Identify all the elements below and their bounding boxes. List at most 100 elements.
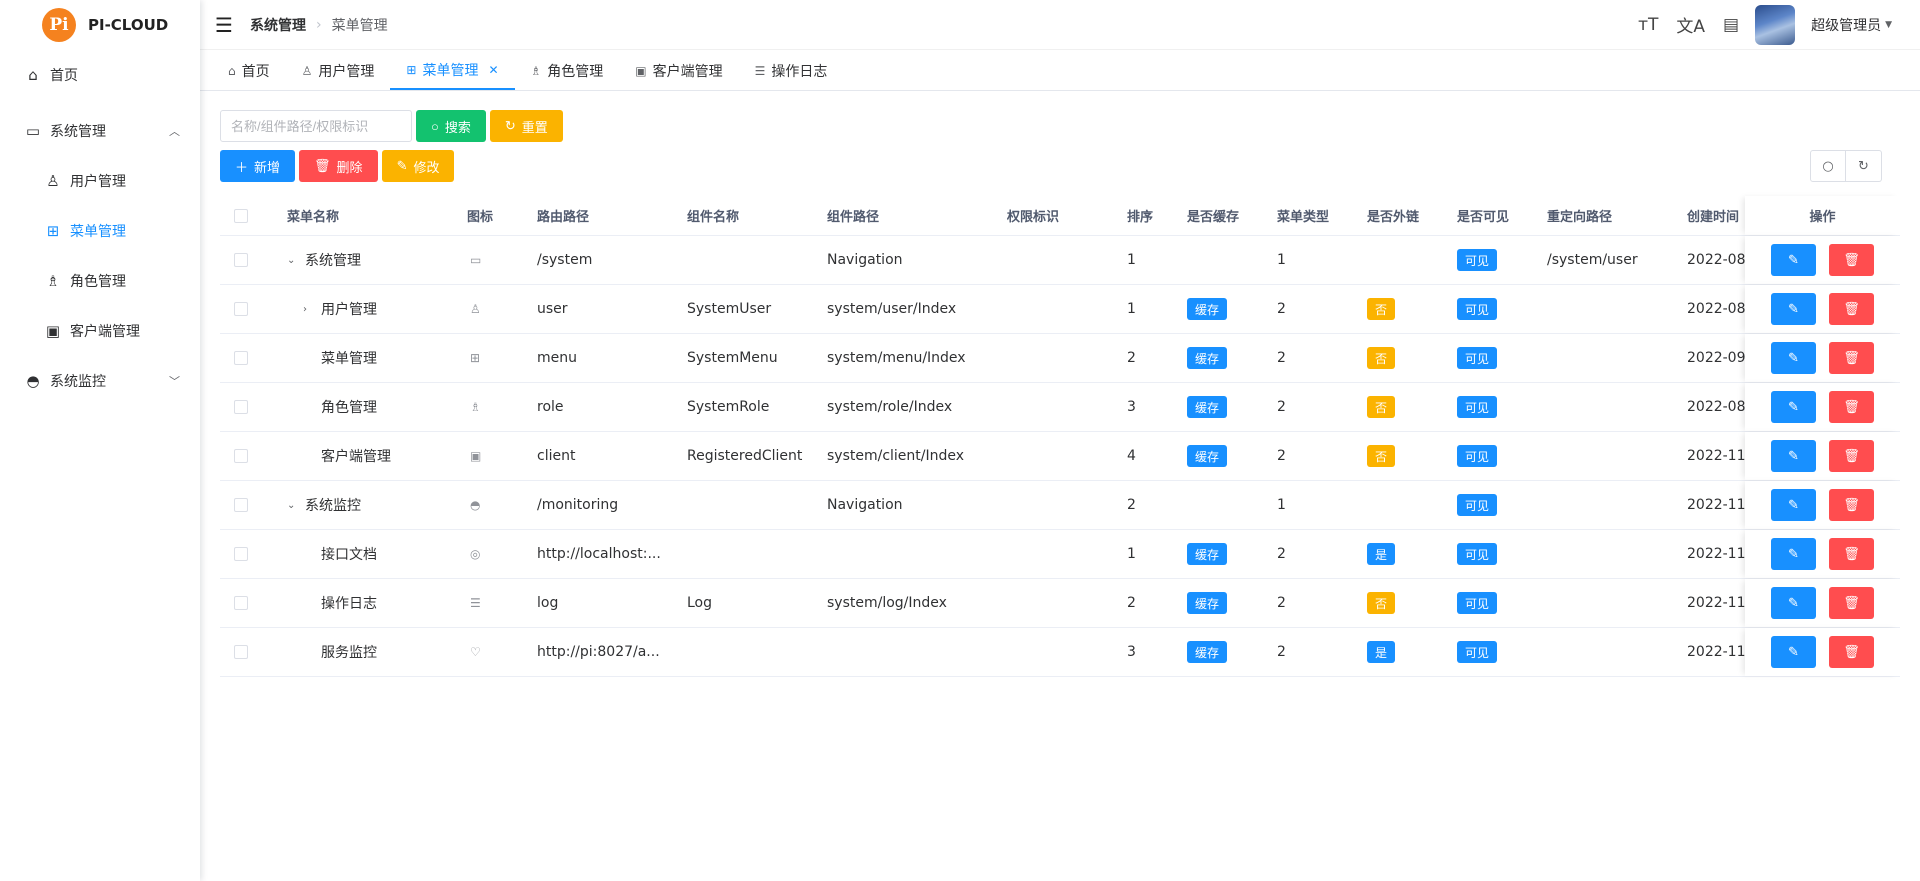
sidebar-item-label: 角色管理 [70,274,126,290]
tab-roles[interactable]: ♗ 角色管理 [515,51,620,90]
row-edit-button[interactable]: ✎ [1771,489,1816,521]
tab-menus[interactable]: ⊞ 菜单管理 ✕ [390,51,515,90]
row-delete-button[interactable]: 🗑 [1829,391,1874,423]
row-checkbox[interactable] [234,400,248,414]
cell-component-name: SystemRole [687,399,770,415]
row-edit-button[interactable]: ✎ [1771,244,1816,276]
menu-name: 角色管理 [321,400,377,416]
row-checkbox-cell [234,432,248,480]
table-row[interactable]: 接口文档 ◎ http://localhost:... 1 缓存 2 是 可见 … [220,530,1900,579]
chevron-right-icon[interactable]: › [303,304,313,315]
table-row[interactable]: ⌄ 系统管理 ▭ /system Navigation 1 1 可见 /syste… [220,236,1900,285]
avatar[interactable] [1755,4,1796,45]
table-row[interactable]: 角色管理 ♗ role SystemRole system/role/Index… [220,383,1900,432]
tab-users[interactable]: ♙ 用户管理 [286,51,391,90]
menu-name: 客户端管理 [321,449,391,465]
tab-clients[interactable]: ▣ 客户端管理 [619,51,738,90]
tab-logs[interactable]: ☰ 操作日志 [739,51,844,90]
row-edit-button[interactable]: ✎ [1771,391,1816,423]
table-row[interactable]: 菜单管理 ⊞ menu SystemMenu system/menu/Index… [220,334,1900,383]
font-size-icon[interactable]: ᴛT [1638,15,1658,35]
sidebar-item-system[interactable]: ▭ 系统管理 ︿ [0,106,200,156]
search-input[interactable] [220,110,412,142]
sidebar-item-roles[interactable]: ♗ 角色管理 [0,256,200,306]
logo[interactable]: Pi PI-CLOUD [0,0,200,50]
chevron-down-icon[interactable]: ⌄ [287,500,297,511]
menu-name: 服务监控 [321,645,377,661]
chevron-down-icon[interactable]: ⌄ [287,255,297,266]
row-delete-button[interactable]: 🗑 [1829,587,1874,619]
reset-button[interactable]: ↻ 重置 [489,110,563,142]
cell-type: 2 [1277,595,1286,611]
tab-label: 操作日志 [771,63,828,80]
row-checkbox[interactable] [234,253,248,267]
close-icon[interactable]: ✕ [488,63,498,77]
document-icon[interactable]: ▤ [1723,15,1739,35]
user-name[interactable]: 超级管理员 [1811,15,1881,35]
sidebar-item-menus[interactable]: ⊞ 菜单管理 [0,206,200,256]
table-row[interactable]: › 用户管理 ♙ user SystemUser system/user/Inde… [220,285,1900,334]
visible-tag: 可见 [1457,249,1498,271]
row-delete-button[interactable]: 🗑 [1829,440,1874,472]
sidebar-item-users[interactable]: ♙ 用户管理 [0,156,200,206]
edit-button[interactable]: ✎ 修改 [381,150,455,182]
row-checkbox[interactable] [234,449,248,463]
row-edit-button[interactable]: ✎ [1771,587,1816,619]
table-row[interactable]: 客户端管理 ▣ client RegisteredClient system/c… [220,432,1900,481]
breadcrumb-item[interactable]: 系统管理 [250,15,306,35]
row-checkbox[interactable] [234,302,248,316]
row-checkbox[interactable] [234,498,248,512]
row-edit-button[interactable]: ✎ [1771,342,1816,374]
col-icon: 图标 [467,210,494,225]
refresh-button[interactable]: ↻ [1846,150,1882,182]
cell-icon: ◓ [470,481,480,529]
delete-button[interactable]: 🗑 删除 [299,150,378,182]
toggle-search-button[interactable]: ○ [1810,150,1846,182]
trash-icon: 🗑 [1843,252,1860,267]
cell-sort: 2 [1127,350,1136,366]
row-delete-button[interactable]: 🗑 [1829,636,1874,668]
row-edit-button[interactable]: ✎ [1771,636,1816,668]
table-row[interactable]: 操作日志 ☰ log Log system/log/Index 2 缓存 2 否… [220,579,1900,628]
sidebar-item-home[interactable]: ⌂ 首页 [0,50,200,100]
col-component-name: 组件名称 [687,210,740,225]
caret-down-icon[interactable]: ▼ [1885,20,1892,30]
add-button[interactable]: ＋ 新增 [220,150,296,182]
sidebar: Pi PI-CLOUD ⌂ 首页 ▭ 系统管理 ︿ ♙ 用户管理 ⊞ 菜单管理 … [0,0,200,881]
row-edit-button[interactable]: ✎ [1771,440,1816,472]
row-delete-button[interactable]: 🗑 [1829,538,1874,570]
cell-created: 2022-08- [1687,399,1745,415]
search-button[interactable]: ○ 搜索 [416,110,486,142]
cell-component-name [687,236,822,284]
sidebar-item-monitoring[interactable]: ◓ 系统监控 ﹀ [0,356,200,406]
row-delete-button[interactable]: 🗑 [1829,489,1874,521]
select-all-checkbox[interactable] [234,208,248,223]
row-edit-button[interactable]: ✎ [1771,538,1816,570]
col-name: 菜单名称 [287,210,340,225]
cell-visible: 可见 [1457,530,1498,578]
dashboard-icon: ◓ [26,372,40,390]
row-checkbox[interactable] [234,645,248,659]
cell-cache: 缓存 [1187,285,1228,333]
row-edit-button[interactable]: ✎ [1771,293,1816,325]
sidebar-item-clients[interactable]: ▣ 客户端管理 [0,306,200,356]
table-row[interactable]: ⌄ 系统监控 ◓ /monitoring Navigation 2 1 可见 20… [220,481,1900,530]
home-icon: ⌂ [28,66,38,84]
cell-actions: ✎ 🗑 [1745,530,1900,578]
delete-button-label: 删除 [336,159,363,175]
cell-icon: ▭ [470,236,481,284]
cell-created: 2022-09- [1687,350,1745,366]
row-checkbox[interactable] [234,351,248,365]
cell-sort: 3 [1127,644,1136,660]
cell-created: 2022-11- [1687,546,1745,562]
translate-icon[interactable]: 文A [1676,12,1705,37]
row-delete-button[interactable]: 🗑 [1829,342,1874,374]
tab-home[interactable]: ⌂ 首页 [212,51,286,90]
table-row[interactable]: 服务监控 ♡ http://pi:8027/a... 3 缓存 2 是 可见 2… [220,628,1900,677]
row-delete-button[interactable]: 🗑 [1829,293,1874,325]
row-delete-button[interactable]: 🗑 [1829,244,1874,276]
menu-toggle-icon[interactable]: ☰ [212,13,236,37]
row-checkbox[interactable] [234,596,248,610]
log-icon: ☰ [754,63,766,78]
row-checkbox[interactable] [234,547,248,561]
